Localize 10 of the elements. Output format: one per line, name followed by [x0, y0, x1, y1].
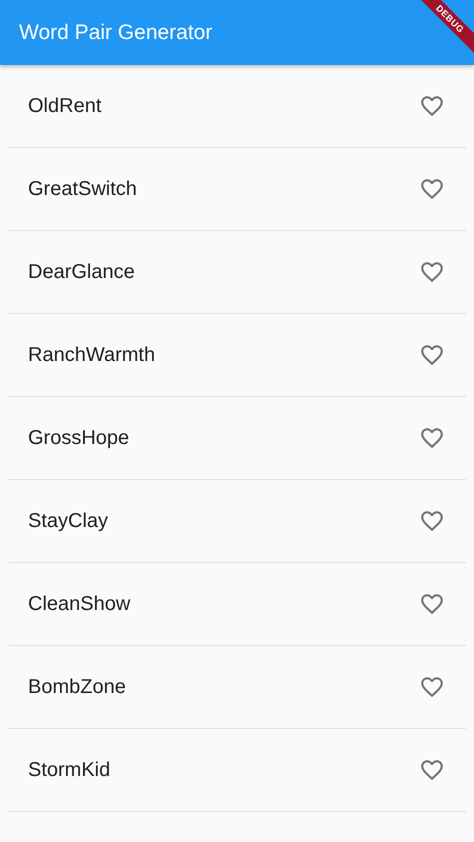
- word-pair: BombZone: [28, 676, 126, 698]
- word-pair: CleanShow: [28, 592, 130, 616]
- word-pair: StormKid: [28, 758, 110, 782]
- app-title: Word Pair Generator: [19, 20, 212, 44]
- word-pair: DearGlance: [28, 260, 135, 284]
- word-pair: GreatSwitch: [28, 178, 137, 200]
- word-pair: OldRent: [28, 94, 102, 118]
- word-pair: RanchWarmth: [28, 344, 156, 366]
- word-pair: StayClay: [28, 510, 108, 532]
- word-pair: GrossHope: [28, 426, 130, 450]
